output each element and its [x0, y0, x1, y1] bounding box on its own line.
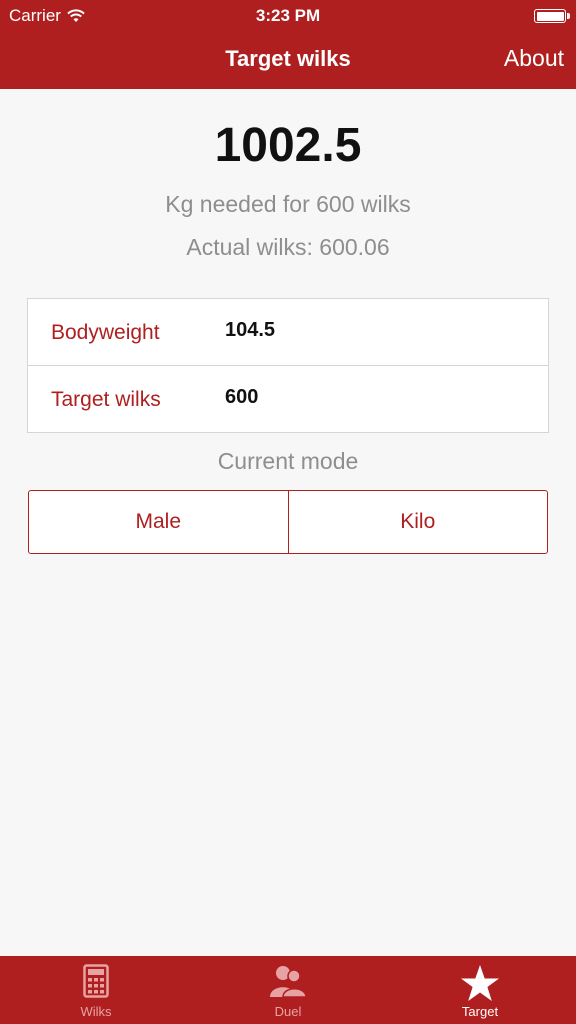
result-value: 1002.5 — [214, 119, 362, 172]
tab-wilks[interactable]: Wilks — [0, 956, 192, 1024]
target-wilks-row[interactable]: Target wilks 600 — [28, 365, 548, 431]
page-title: Target wilks — [225, 46, 351, 71]
mode-segmented-control: Male Kilo — [28, 490, 548, 554]
top-bar: Carrier 3:23 PM Target wilks About — [0, 0, 576, 89]
tab-duel-label: Duel — [274, 1004, 302, 1019]
tab-wilks-label: Wilks — [80, 1004, 112, 1019]
status-bar: Carrier 3:23 PM — [0, 0, 576, 32]
target-wilks-label: Target wilks — [51, 388, 161, 411]
battery-fill — [536, 11, 564, 21]
bodyweight-input[interactable]: 104.5 — [225, 319, 275, 342]
people-icon — [270, 966, 307, 998]
bodyweight-label: Bodyweight — [51, 321, 160, 344]
status-time: 3:23 PM — [255, 6, 321, 25]
about-button[interactable]: About — [504, 45, 564, 72]
tab-duel[interactable]: Duel — [192, 956, 384, 1024]
tab-target[interactable]: Target — [384, 956, 576, 1024]
unit-mode-button[interactable]: Kilo — [287, 491, 548, 553]
battery-icon — [534, 9, 570, 23]
tab-target-label: Target — [461, 1004, 499, 1019]
actual-wilks-text: Actual wilks: 600.06 — [186, 234, 390, 260]
star-icon — [461, 965, 499, 1001]
current-mode-title: Current mode — [217, 448, 359, 474]
gender-mode-button[interactable]: Male — [29, 491, 288, 553]
target-wilks-input[interactable]: 600 — [225, 386, 258, 409]
tab-bar: Wilks Duel Target — [0, 956, 576, 1024]
calculator-icon — [83, 964, 109, 998]
result-subtitle: Kg needed for 600 wilks — [165, 191, 411, 217]
input-form: Bodyweight 104.5 Target wilks 600 — [27, 298, 549, 433]
bodyweight-row[interactable]: Bodyweight 104.5 — [28, 299, 548, 365]
navigation-bar: Target wilks About — [0, 32, 576, 89]
